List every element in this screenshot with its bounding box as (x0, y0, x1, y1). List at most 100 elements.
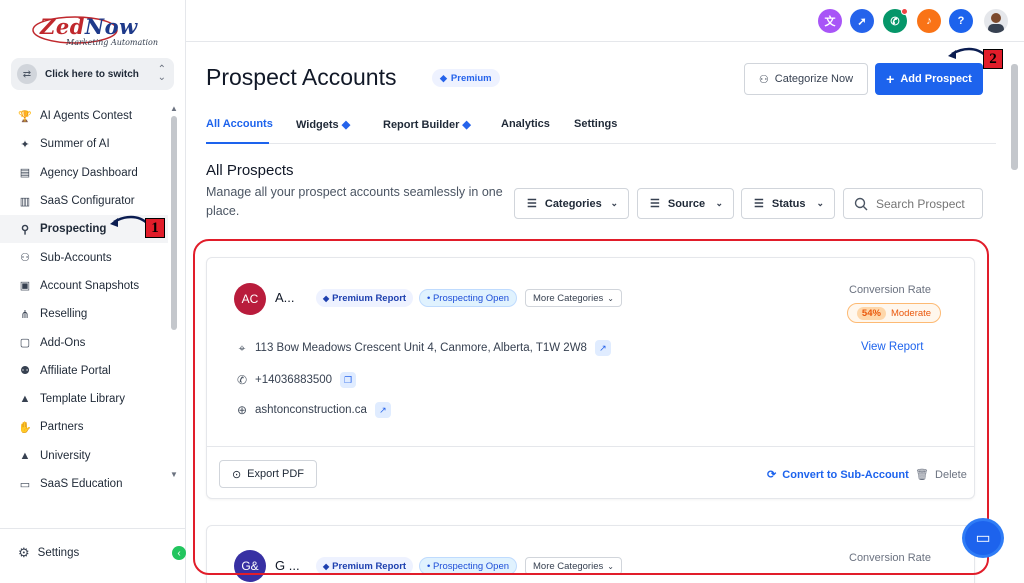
user-tag-icon: ⚇ (758, 73, 769, 86)
sidebar-item-label: SaaS Education (40, 478, 123, 490)
active-tab-indicator (206, 142, 269, 144)
status-filter[interactable]: ☰ Status ⌄ (741, 188, 835, 219)
sidebar-scrollbar[interactable] (171, 116, 177, 330)
sidebar-item-summer-of-ai[interactable]: ✦ Summer of AI (0, 130, 168, 158)
sidebar-item-agency-dashboard[interactable]: ▤ Agency Dashboard (0, 159, 168, 187)
source-filter-label: Source (667, 197, 706, 210)
megaphone-icon[interactable]: ✆ (883, 8, 908, 33)
switcher-label: Click here to switch (45, 68, 139, 80)
chat-widget-button[interactable]: ▭ (962, 518, 1004, 558)
brand-logo[interactable]: ZedNow Marketing Automation (30, 14, 170, 48)
sidebar-item-label: Template Library (40, 393, 126, 406)
sidebar-item-settings[interactable]: ⚙ Settings (18, 545, 79, 561)
collapse-sidebar-button[interactable]: ‹ (172, 546, 186, 560)
step-marker-2: 2 (983, 49, 1003, 69)
diamond-icon: ◆ (462, 119, 471, 131)
categories-filter[interactable]: ☰ Categories ⌄ (514, 188, 629, 219)
tab-report-builder[interactable]: Report Builder ◆ (383, 118, 471, 131)
chevron-down-icon: ⌄ (610, 198, 618, 208)
sidebar-item-label: Summer of AI (40, 138, 110, 151)
dashboard-icon: ▤ (19, 167, 31, 180)
sidebar-item-label: Partners (40, 421, 84, 434)
filter-icon: ☰ (527, 198, 537, 210)
tab-analytics[interactable]: Analytics (501, 118, 550, 130)
notification-dot (901, 8, 908, 15)
sidebar-footer: ⚙ Settings ‹ (0, 528, 186, 583)
switch-account-icon: ⇄ (17, 64, 37, 84)
status-filter-label: Status (771, 197, 806, 210)
filter-icon: ☰ (754, 198, 764, 210)
tab-bar: All Accounts Widgets ◆ Report Builder ◆ An… (206, 112, 996, 144)
bag-icon: ▢ (19, 337, 31, 350)
sidebar-settings-label: Settings (37, 547, 80, 559)
categorize-now-button[interactable]: ⚇ Categorize Now (744, 63, 868, 95)
page-title: Prospect Accounts (206, 64, 397, 90)
tab-all-accounts[interactable]: All Accounts (206, 118, 273, 130)
tab-widgets[interactable]: Widgets ◆ (296, 118, 350, 131)
scroll-up-icon[interactable]: ▲ (170, 104, 178, 113)
help-icon[interactable]: ? (949, 9, 973, 33)
main-scrollbar[interactable] (1011, 64, 1018, 170)
sidebar-item-label: AI Agents Contest (40, 110, 133, 123)
users-search-icon: ⚲ (20, 223, 30, 236)
user-avatar[interactable] (984, 9, 1008, 33)
user-icon: ⚇ (20, 252, 30, 265)
sidebar-item-account-snapshots[interactable]: ▣ Account Snapshots (0, 272, 168, 300)
sidebar: ZedNow Marketing Automation ⇄ Click here… (0, 0, 186, 583)
rocket-icon[interactable]: ➚ (850, 9, 874, 33)
gear-icon: ⚙ (18, 545, 30, 560)
translate-icon[interactable]: 文 (818, 9, 842, 33)
tab-settings[interactable]: Settings (574, 118, 617, 130)
book-icon: ▭ (19, 478, 31, 491)
trophy-icon: 🏆 (18, 110, 32, 123)
source-filter[interactable]: ☰ Source ⌄ (637, 188, 734, 219)
categories-filter-label: Categories (544, 197, 602, 210)
sidebar-item-sub-accounts[interactable]: ⚇ Sub-Accounts (0, 243, 168, 271)
search-prospect-box[interactable] (843, 188, 983, 219)
chevron-down-icon: ⌄ (715, 198, 723, 208)
section-description: Manage all your prospect accounts seamle… (206, 185, 503, 218)
sidebar-item-template-library[interactable]: ▲ Template Library (0, 385, 168, 413)
search-input[interactable] (876, 196, 981, 211)
sidebar-item-label: Agency Dashboard (40, 166, 138, 179)
sidebar-item-label: Prospecting (40, 223, 107, 236)
premium-badge: ◆ Premium (432, 69, 500, 87)
sidebar-item-university[interactable]: ▲ University (0, 442, 168, 470)
shapes-icon: ▲ (19, 393, 31, 406)
scroll-down-icon[interactable]: ▼ (170, 470, 178, 479)
graduation-icon: ▲ (19, 449, 31, 462)
add-prospect-label: Add Prospect (900, 73, 972, 85)
sidebar-item-label: Reselling (40, 308, 88, 321)
diamond-icon: ◆ (440, 72, 447, 83)
filter-icon: ☰ (650, 198, 660, 210)
user-photo (988, 13, 1004, 33)
annotation-arrow-2 (948, 47, 987, 59)
sidebar-item-label: Account Snapshots (40, 279, 140, 292)
handshake-icon: ✋ (18, 421, 32, 434)
logo-subtitle: Marketing Automation (66, 38, 159, 47)
network-icon: ⋔ (20, 308, 30, 321)
diamond-icon: ◆ (341, 119, 351, 131)
up-down-chevron-icon: ⌃ ⌄ (157, 64, 166, 83)
sidebar-item-affiliate-portal[interactable]: ⚉ Affiliate Portal (0, 357, 168, 385)
sidebar-item-ai-agents-contest[interactable]: 🏆 AI Agents Contest (0, 102, 168, 130)
search-icon (854, 197, 868, 210)
sidebar-item-add-ons[interactable]: ▢ Add-Ons (0, 328, 168, 356)
categorize-label: Categorize Now (774, 73, 854, 85)
plus-icon: + (886, 71, 895, 87)
group-icon: ⚉ (20, 365, 30, 378)
highlight-frame (193, 239, 989, 575)
sidebar-item-saas-configurator[interactable]: ▥ SaaS Configurator (0, 187, 168, 215)
annotation-arrow-1 (110, 215, 149, 227)
sidebar-item-partners[interactable]: ✋ Partners (0, 413, 168, 441)
chat-icon: ▭ (975, 530, 991, 547)
topbar: 文 ➚ ✆ ♪ ? (186, 0, 1024, 42)
logo-zed: Zed (40, 14, 85, 39)
add-prospect-button[interactable]: + Add Prospect (875, 63, 983, 95)
bell-icon[interactable]: ♪ (917, 9, 941, 33)
sidebar-nav: 🏆 AI Agents Contest ✦ Summer of AI ▤ Agency D… (0, 102, 168, 498)
account-switcher[interactable]: ⇄ Click here to switch ⌃ ⌄ (11, 58, 174, 90)
sidebar-item-reselling[interactable]: ⋔ Reselling (0, 300, 168, 328)
sparkle-icon: ✦ (20, 138, 30, 151)
sidebar-item-saas-education[interactable]: ▭ SaaS Education (0, 470, 168, 498)
